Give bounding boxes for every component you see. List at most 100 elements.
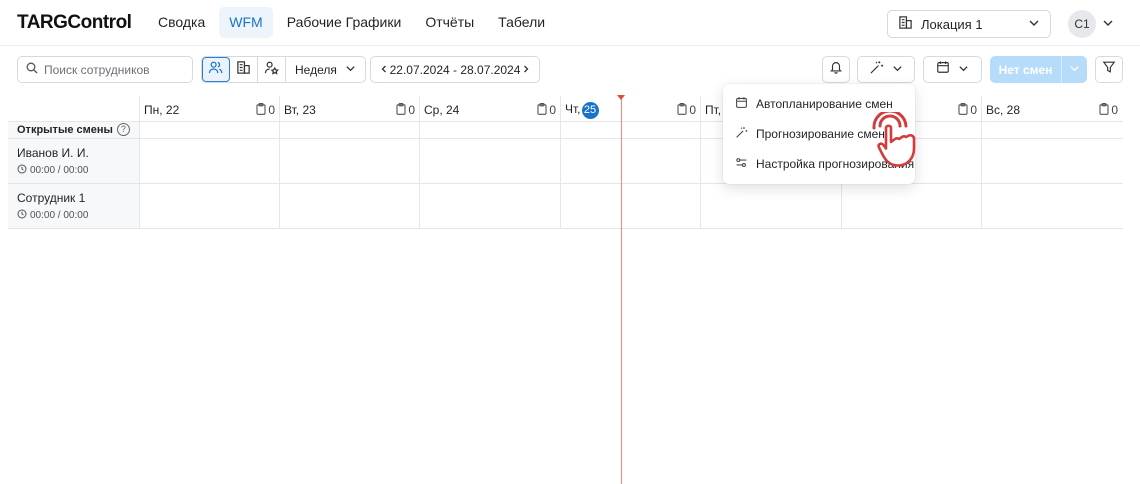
chevron-right-icon[interactable]: [521, 63, 531, 77]
day-count: 0: [958, 102, 977, 118]
building-icon: [898, 15, 913, 33]
magic-wand-icon: [869, 60, 884, 80]
clipboard-icon: [537, 102, 547, 118]
no-shifts-label[interactable]: Нет смен: [990, 56, 1061, 83]
grid-divider: [8, 228, 1123, 229]
day-count: 0: [537, 102, 556, 118]
open-shifts-row-label: Открытые смены ?: [17, 123, 130, 136]
day-count: 0: [256, 102, 275, 118]
search-icon: [26, 61, 38, 79]
calendar-icon: [936, 60, 950, 79]
main-nav: Сводка WFM Рабочие Графики Отчёты Табели: [148, 7, 555, 38]
top-bar: TARGControl Сводка WFM Рабочие Графики О…: [0, 0, 1140, 46]
day-count-value: 0: [549, 103, 556, 117]
today-badge: 25: [581, 101, 599, 119]
clock-icon: [17, 209, 27, 222]
view-mode-group: Неделя: [201, 56, 366, 83]
employee-name: Сотрудник 1: [17, 191, 86, 205]
no-shifts-button[interactable]: Нет смен: [990, 56, 1087, 83]
employee-hours: 00:00 / 00:00: [17, 164, 89, 177]
day-label: Пт,: [705, 103, 722, 117]
forecast-menu-button[interactable]: [857, 56, 915, 83]
location-select[interactable]: Локация 1: [887, 10, 1051, 38]
calendar-menu-button[interactable]: [923, 56, 982, 83]
chevron-down-icon: [892, 61, 903, 79]
nav-item-wfm[interactable]: WFM: [219, 7, 273, 38]
current-time-line: [621, 97, 622, 484]
notifications-button[interactable]: [822, 56, 850, 83]
day-count: 0: [396, 102, 415, 118]
magic-wand-icon: [735, 126, 748, 142]
clipboard-icon: [256, 102, 266, 118]
clipboard-icon: [677, 102, 687, 118]
employee-hours-value: 00:00 / 00:00: [30, 210, 89, 221]
user-avatar[interactable]: С1: [1068, 10, 1096, 38]
day-count: 0: [677, 102, 696, 118]
day-label: Пн, 22: [144, 103, 180, 117]
toolbar: Неделя 22.07.2024 - 28.07.2024: [0, 56, 1140, 84]
day-header-tue: Вт, 23 0: [280, 102, 419, 118]
day-label-wrap: Чт, 25: [565, 101, 599, 119]
chevron-down-icon: [1069, 61, 1080, 79]
calendar-icon: [735, 96, 748, 112]
search-input[interactable]: [44, 62, 184, 77]
clock-icon: [17, 164, 27, 177]
open-shifts-label: Открытые смены: [17, 123, 113, 136]
date-range-picker: 22.07.2024 - 28.07.2024: [370, 56, 540, 83]
day-label: Ср, 24: [424, 103, 460, 117]
nav-item-timesheets[interactable]: Табели: [488, 7, 555, 38]
view-locations-button[interactable]: [230, 57, 258, 82]
view-employees-button[interactable]: [202, 57, 230, 82]
menu-item-label: Автопланирование смен: [756, 97, 893, 111]
chevron-down-icon: [958, 61, 969, 79]
app-logo[interactable]: TARGControl: [17, 12, 132, 34]
day-count-value: 0: [970, 103, 977, 117]
chevron-left-icon[interactable]: [379, 63, 389, 77]
help-icon[interactable]: ?: [116, 123, 130, 136]
schedule-grid: Пн, 22 0 Вт, 23 0 Ср, 24 0 Чт, 25 0 Пт, 0: [8, 96, 1123, 229]
nav-item-summary[interactable]: Сводка: [148, 7, 215, 38]
filter-icon: [1102, 60, 1116, 79]
day-header-wed: Ср, 24 0: [420, 102, 560, 118]
day-header-sun: Вс, 28 0: [982, 102, 1122, 118]
clipboard-icon: [396, 102, 406, 118]
day-count-value: 0: [689, 103, 696, 117]
pointer-hand-icon: [870, 109, 950, 181]
day-header-mon: Пн, 22 0: [140, 102, 279, 118]
date-range-label[interactable]: 22.07.2024 - 28.07.2024: [390, 63, 521, 77]
nav-item-reports[interactable]: Отчёты: [415, 7, 484, 38]
filter-button[interactable]: [1095, 56, 1123, 83]
day-count-value: 0: [408, 103, 415, 117]
day-header-thu: Чт, 25 0: [561, 101, 700, 119]
employee-hours-value: 00:00 / 00:00: [30, 165, 89, 176]
day-count-value: 0: [268, 103, 275, 117]
grid-divider: [8, 138, 1123, 139]
no-shifts-dropdown[interactable]: [1061, 56, 1087, 83]
employee-hours: 00:00 / 00:00: [17, 209, 88, 222]
location-label: Локация 1: [921, 16, 983, 32]
building-icon: [236, 60, 251, 80]
day-count: 0: [1099, 102, 1118, 118]
menu-item-label: Прогнозирование смен: [756, 127, 885, 141]
day-label: Вс, 28: [986, 103, 1021, 117]
bell-icon: [829, 60, 843, 79]
view-positions-button[interactable]: [258, 57, 286, 82]
period-label: Неделя: [295, 62, 337, 77]
chevron-down-icon[interactable]: [1102, 16, 1114, 34]
user-star-icon: [264, 60, 279, 80]
employee-row-label[interactable]: Иванов И. И. 00:00 / 00:00: [17, 146, 89, 177]
employee-row-label[interactable]: Сотрудник 1 00:00 / 00:00: [17, 191, 88, 222]
settings-sliders-icon: [735, 156, 748, 172]
grid-divider: [8, 121, 1123, 122]
period-select[interactable]: Неделя: [286, 57, 365, 82]
clipboard-icon: [958, 102, 968, 118]
clipboard-icon: [1099, 102, 1109, 118]
grid-divider: [8, 183, 1123, 184]
search-box: [17, 56, 193, 83]
day-label: Чт,: [565, 101, 581, 116]
current-time-marker: [617, 95, 625, 100]
chevron-down-icon: [345, 63, 356, 77]
nav-item-work-schedules[interactable]: Рабочие Графики: [277, 7, 412, 38]
day-label: Вт, 23: [284, 103, 316, 117]
employee-name: Иванов И. И.: [17, 146, 89, 160]
